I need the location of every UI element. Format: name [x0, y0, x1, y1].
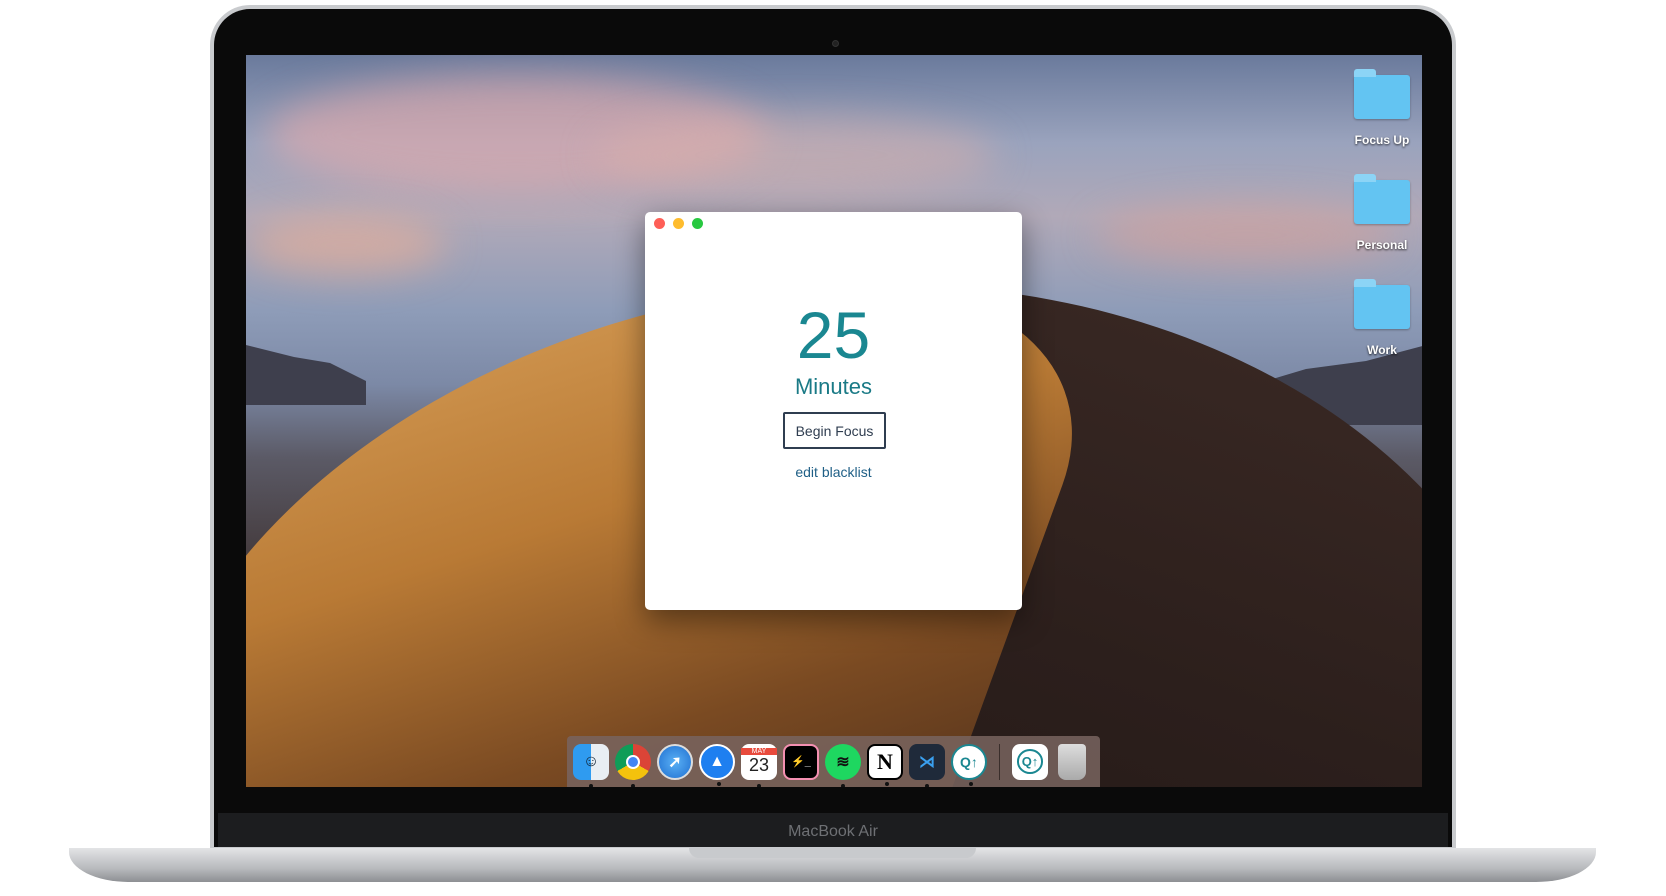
- lid-notch: [689, 848, 976, 858]
- dock-separator: [999, 743, 1000, 780]
- dock-notion[interactable]: N: [867, 743, 903, 786]
- folder-label: Work: [1367, 343, 1397, 357]
- dock-spark[interactable]: ▲: [699, 743, 735, 786]
- spotify-icon: ≋: [836, 753, 850, 771]
- folder-icon: [1354, 279, 1410, 329]
- calendar-month: MAY: [741, 747, 777, 755]
- desktop-folder-focus-up[interactable]: Focus Up: [1347, 67, 1417, 147]
- compass-icon: ➚: [668, 753, 682, 771]
- terminal-icon: ⚡_: [791, 756, 811, 768]
- dock-chrome[interactable]: [615, 743, 651, 787]
- vscode-icon: ⋊: [919, 753, 935, 771]
- paper-plane-icon: ▲: [709, 752, 725, 770]
- dock-spotify[interactable]: ≋: [825, 743, 861, 787]
- dock-terminal[interactable]: ⚡_: [783, 743, 819, 780]
- edit-blacklist-link[interactable]: edit blacklist: [645, 464, 1022, 480]
- laptop-base: [69, 848, 1596, 882]
- folder-label: Personal: [1356, 238, 1408, 252]
- brand-label: MacBook Air: [788, 823, 878, 840]
- dock-focus-up[interactable]: Q↑: [951, 743, 987, 786]
- folder-icon: [1354, 69, 1410, 119]
- focus-up-icon: Q↑: [1016, 749, 1044, 774]
- desktop-folder-work[interactable]: Work: [1347, 277, 1417, 357]
- folder-label: Focus Up: [1354, 133, 1410, 147]
- minimize-button[interactable]: [673, 218, 684, 229]
- finder-icon: ☺: [582, 752, 600, 770]
- dock-vscode[interactable]: ⋊: [909, 743, 945, 787]
- desktop: Focus Up Personal Work 25 Minutes Begin …: [246, 55, 1422, 787]
- zoom-button[interactable]: [692, 218, 703, 229]
- dock-safari[interactable]: ➚: [657, 743, 693, 780]
- dock-trash[interactable]: [1058, 743, 1086, 780]
- close-button[interactable]: [654, 218, 665, 229]
- focus-app-window: 25 Minutes Begin Focus edit blacklist: [645, 212, 1022, 610]
- calendar-day: 23: [748, 754, 770, 775]
- duration-unit: Minutes: [794, 374, 873, 399]
- begin-focus-button[interactable]: Begin Focus: [783, 412, 886, 449]
- desktop-folder-personal[interactable]: Personal: [1347, 172, 1417, 252]
- camera: [832, 40, 839, 47]
- dock-finder[interactable]: ☺: [573, 743, 609, 787]
- duration-value: 25: [796, 298, 871, 372]
- focus-up-icon: Q↑: [960, 753, 978, 770]
- dock-calendar[interactable]: MAY 23: [741, 743, 777, 787]
- dock-downloads-stack[interactable]: Q↑: [1012, 743, 1048, 780]
- laptop-chin: MacBook Air: [218, 813, 1448, 847]
- chrome-icon: [626, 754, 640, 769]
- notion-icon: N: [877, 748, 893, 774]
- folder-icon: [1354, 174, 1410, 224]
- dock: ☺ ➚ ▲ MAY 23 ⚡_ ≋ N ⋊ Q↑ Q↑: [567, 736, 1100, 787]
